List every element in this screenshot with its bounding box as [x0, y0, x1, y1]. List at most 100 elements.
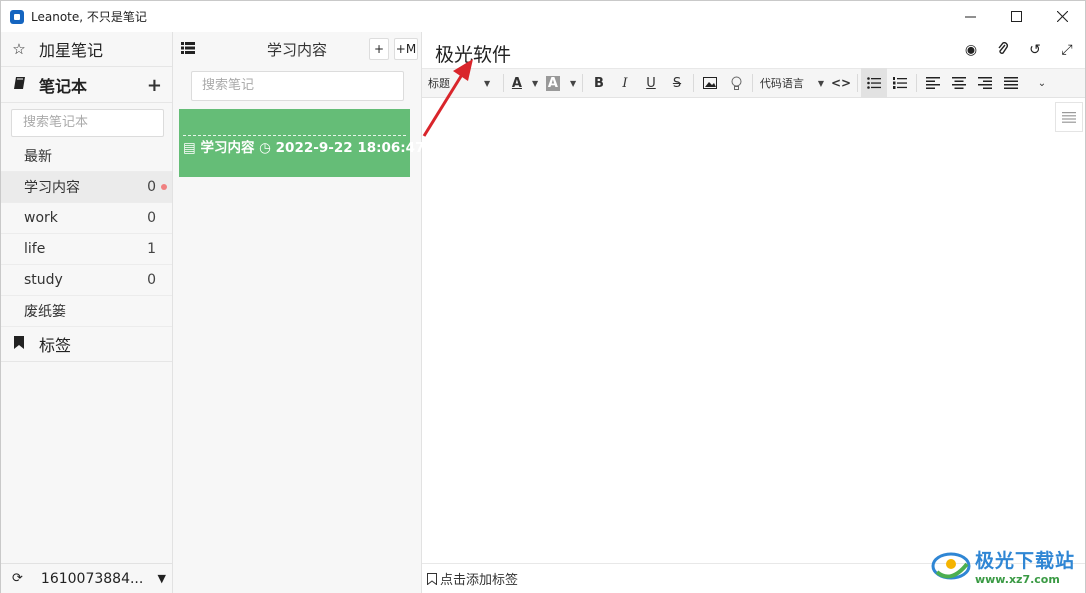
maximize-button[interactable]	[993, 1, 1039, 32]
more-toolbar-button[interactable]: ⌄	[1024, 68, 1060, 98]
heading-dropdown[interactable]: 标题 ▼	[422, 68, 500, 98]
align-left-button[interactable]	[920, 68, 946, 98]
fullscreen-icon[interactable]: ⤢	[1059, 42, 1075, 60]
app-window: Leanote, 不只是笔记 ☆ 加星笔记 笔记本 + 搜索笔记本 最新 学习内…	[0, 0, 1086, 593]
watermark-logo-icon	[931, 552, 971, 580]
outline-toggle-button[interactable]	[1055, 102, 1083, 132]
preview-eye-icon[interactable]: ◉	[963, 42, 979, 60]
notebook-item-work[interactable]: work 0	[1, 203, 172, 234]
bg-color-icon: A	[545, 75, 560, 91]
window-controls	[947, 1, 1085, 32]
sidebar-item-starred[interactable]: ☆ 加星笔记	[1, 32, 172, 67]
sidebar-item-notebooks[interactable]: 笔记本 +	[1, 68, 172, 103]
editor-panel: 极光软件 ◉ ↺ ⤢ 标题 ▼ A ▼ A ▼ B I U S 代码语言 ▼ <…	[422, 32, 1085, 593]
justify-button[interactable]	[998, 68, 1024, 98]
bullet-list-button[interactable]	[861, 68, 887, 98]
italic-button[interactable]: I	[612, 68, 638, 98]
code-button[interactable]: <>	[828, 68, 854, 98]
notebook-count: 1	[147, 241, 156, 257]
caret-down-icon: ▼	[531, 78, 539, 88]
note-search-input[interactable]: 搜索笔记	[191, 71, 404, 101]
toolbar-divider	[503, 74, 504, 92]
insert-image-button[interactable]	[697, 68, 723, 98]
strikethrough-button[interactable]: S	[664, 68, 690, 98]
caret-down-icon: ▼	[484, 78, 491, 88]
notebook-label: 废纸篓	[24, 304, 66, 320]
new-note-button[interactable]: +	[369, 38, 389, 60]
watermark-url: www.xz7.com	[974, 573, 1060, 586]
font-color-button[interactable]: A ▼	[507, 68, 543, 98]
align-right-icon	[978, 77, 992, 89]
new-markdown-note-button[interactable]: +M	[394, 38, 418, 60]
unsaved-dot-icon	[161, 184, 167, 190]
minimize-icon	[964, 16, 976, 18]
notebook-item-trash[interactable]: 废纸篓	[1, 296, 172, 327]
toolbar-divider	[752, 74, 753, 92]
notebooks-label: 笔记本	[39, 77, 88, 96]
image-icon	[703, 77, 717, 89]
notebook-count: 0	[147, 210, 156, 226]
chevron-down-icon[interactable]: ▼	[158, 572, 166, 585]
caret-down-icon: ▼	[817, 78, 825, 88]
attachment-icon[interactable]	[995, 42, 1011, 60]
editor-actions: ◉ ↺ ⤢	[963, 42, 1075, 60]
notebook-label: work	[24, 210, 58, 226]
star-icon: ☆	[12, 40, 26, 58]
maximize-icon	[1010, 11, 1022, 22]
minimize-button[interactable]	[947, 1, 993, 32]
window-title: Leanote, 不只是笔记	[31, 10, 147, 24]
notebook-icon	[11, 76, 27, 94]
notebook-item-latest[interactable]: 最新	[1, 141, 172, 172]
watermark-name: 极光下载站	[974, 550, 1075, 572]
notebook-item-study-content[interactable]: 学习内容 0	[1, 172, 172, 203]
notebook-small-icon: ▤	[183, 140, 196, 156]
notebook-item-study[interactable]: study 0	[1, 265, 172, 296]
format-toolbar: 标题 ▼ A ▼ A ▼ B I U S 代码语言 ▼ <> ⌄	[422, 68, 1085, 98]
notebook-label: life	[24, 241, 46, 257]
watermark: 极光下载站 www.xz7.com	[931, 546, 1075, 586]
code-language-dropdown[interactable]: 代码语言 ▼	[756, 68, 828, 98]
sync-icon[interactable]: ⟳	[12, 571, 23, 586]
account-bar[interactable]: ⟳ 1610073884... ▼	[1, 563, 172, 593]
history-icon[interactable]: ↺	[1027, 42, 1043, 60]
caret-down-icon: ▼	[569, 78, 577, 88]
font-color-icon: A	[511, 75, 522, 91]
close-button[interactable]	[1039, 1, 1085, 32]
title-bar: Leanote, 不只是笔记	[1, 1, 1085, 32]
note-item[interactable]: ▤ 学习内容 ◷ 2022-9-22 18:06:47	[179, 109, 424, 177]
align-left-icon	[926, 77, 940, 89]
notebook-search-input[interactable]: 搜索笔记本	[11, 109, 164, 137]
note-list-panel: 学习内容 + +M 搜索笔记 ▤ 学习内容 ◷ 2022-9-22 18:06:…	[173, 32, 424, 593]
align-center-icon	[952, 77, 966, 89]
notebook-label: study	[24, 272, 63, 288]
bold-button[interactable]: B	[586, 68, 612, 98]
add-notebook-button[interactable]: +	[147, 75, 162, 96]
notebook-item-life[interactable]: life 1	[1, 234, 172, 265]
underline-button[interactable]: U	[638, 68, 664, 98]
close-icon	[1056, 11, 1068, 22]
note-title-input[interactable]: 极光软件	[435, 40, 511, 67]
toolbar-divider	[582, 74, 583, 92]
numbered-list-icon	[893, 77, 907, 89]
notebook-count: 0	[147, 272, 156, 288]
add-tag-label: 点击添加标签	[440, 573, 519, 588]
bookmark-icon	[11, 335, 27, 353]
toolbar-divider	[693, 74, 694, 92]
notebook-count: 0	[147, 179, 156, 195]
align-right-button[interactable]	[972, 68, 998, 98]
align-center-button[interactable]	[946, 68, 972, 98]
bg-color-button[interactable]: A ▼	[543, 68, 579, 98]
tags-label: 标签	[39, 336, 72, 355]
toolbar-divider	[916, 74, 917, 92]
lightbulb-icon	[731, 76, 741, 90]
outline-icon	[1062, 111, 1076, 123]
note-list-header: 学习内容 + +M	[173, 32, 421, 67]
bullet-list-icon	[867, 77, 881, 89]
numbered-list-button[interactable]	[887, 68, 913, 98]
tips-button[interactable]	[723, 68, 749, 98]
bookmark-outline-icon	[427, 572, 437, 585]
sidebar-item-tags[interactable]: 标签	[1, 327, 172, 362]
chevron-down-icon: ⌄	[1037, 77, 1047, 89]
toolbar-divider	[857, 74, 858, 92]
clock-icon: ◷	[259, 140, 271, 156]
